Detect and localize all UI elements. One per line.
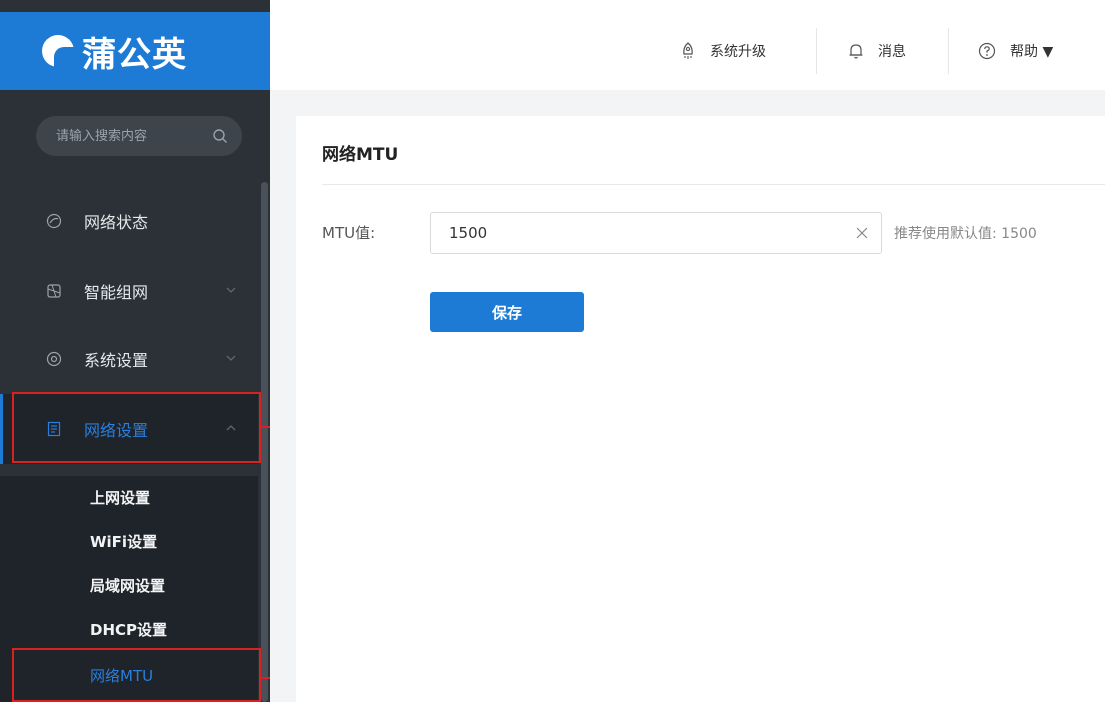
rocket-icon [683, 42, 693, 59]
page-title: 网络MTU [322, 145, 399, 165]
save-button[interactable]: 保存 [430, 292, 584, 332]
sidebar-item-network-status[interactable]: 网络状态 [0, 186, 258, 256]
header-item-label: 消息 [878, 44, 906, 60]
help-circle-icon [978, 42, 996, 60]
submenu-item-lan-settings[interactable]: 局域网设置 [0, 564, 258, 606]
sidebar-item-label: 系统设置 [84, 351, 149, 370]
submenu-item-dhcp-settings[interactable]: DHCP设置 [0, 608, 258, 650]
search-input[interactable] [54, 127, 212, 145]
title-divider [322, 184, 1105, 185]
header-divider [948, 28, 949, 74]
submenu-item-label: WiFi设置 [90, 532, 158, 551]
mtu-hint: 推荐使用默认值: 1500 [894, 226, 1037, 242]
sidebar-item-label: 智能组网 [84, 283, 149, 302]
brand-name: 蒲公英 [82, 34, 187, 75]
network-status-icon [46, 213, 62, 229]
header-item-label: 帮助 ▼ [1010, 44, 1054, 60]
sidebar-item-system-settings[interactable]: 系统设置 [0, 324, 258, 394]
header-system-upgrade[interactable]: 系统升级 [680, 12, 766, 90]
search-icon[interactable] [212, 128, 228, 144]
submenu-item-wifi-settings[interactable]: WiFi设置 [0, 520, 258, 562]
chevron-down-icon [226, 355, 236, 361]
dandelion-logo-icon [42, 35, 74, 67]
top-header: 系统升级 消息 帮助 ▼ [270, 12, 1105, 90]
annotation-box-network-mtu [12, 648, 261, 702]
sidebar-item-label: 网络状态 [84, 213, 149, 232]
logo-bar: 蒲公英 [0, 12, 270, 90]
content-card [296, 116, 1105, 702]
header-divider [816, 28, 817, 74]
settings-icon [46, 351, 62, 367]
bell-icon [849, 44, 863, 59]
header-help-dropdown[interactable]: 帮助 ▼ [978, 12, 1053, 90]
mtu-input-wrapper[interactable] [430, 212, 882, 254]
networking-icon [47, 284, 61, 298]
submenu-item-internet-settings[interactable]: 上网设置 [0, 476, 258, 518]
chevron-down-icon [226, 287, 236, 293]
mtu-label: MTU值: [322, 224, 376, 242]
sidebar-scrollbar[interactable] [261, 182, 268, 702]
sidebar: 蒲公英 网络状态 智能组网 系统设置 [0, 0, 270, 702]
submenu-item-label: 上网设置 [90, 488, 151, 507]
clear-icon[interactable] [855, 226, 869, 240]
annotation-box-network-settings [12, 392, 261, 463]
sidebar-search[interactable] [36, 116, 242, 156]
sidebar-item-smart-networking[interactable]: 智能组网 [0, 256, 258, 326]
header-item-label: 系统升级 [710, 44, 766, 60]
submenu-item-label: 局域网设置 [90, 576, 166, 595]
submenu-item-label: DHCP设置 [90, 620, 168, 639]
mtu-input[interactable] [447, 223, 855, 243]
header-messages[interactable]: 消息 [848, 12, 906, 90]
